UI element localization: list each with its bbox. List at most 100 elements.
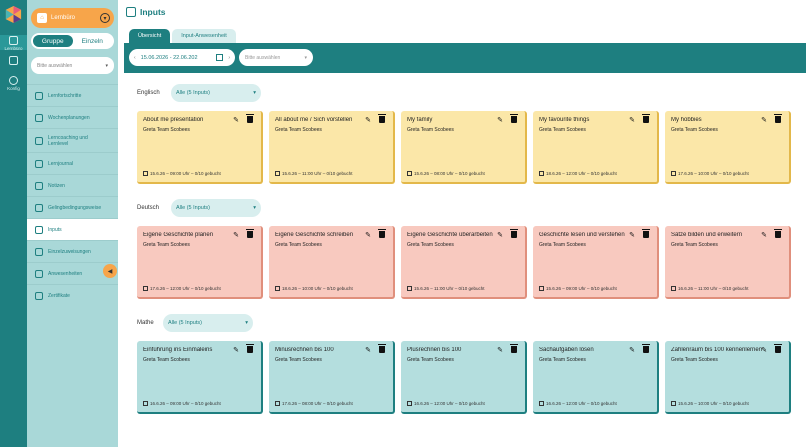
pencil-icon[interactable]: ✎ (761, 231, 767, 239)
input-card[interactable]: My hobbies Greta Team Scobees ✎ 17.6.26 – 1… (665, 111, 791, 184)
sidebar-item-zertifikate[interactable]: Zertifikate (27, 284, 118, 306)
rail-item-tools[interactable] (0, 56, 27, 66)
pencil-icon[interactable]: ✎ (629, 116, 635, 124)
calendar-icon (143, 401, 148, 406)
input-card[interactable]: Plusrechnen bis 100 Greta Team Scobees ✎ 16… (401, 341, 527, 414)
school-switcher[interactable]: ⌂ Lernbüro ▾ (31, 8, 114, 28)
trash-icon[interactable] (246, 114, 254, 123)
card-owner: Greta Team Scobees (539, 242, 586, 248)
sidebar-item-lerncoaching[interactable]: Lerncoaching und Lernlevel (27, 128, 118, 152)
rail-item-lernbuero[interactable]: Lernbüro (0, 35, 27, 51)
sidebar-item-notizen[interactable]: Notizen (27, 174, 118, 196)
pencil-icon[interactable]: ✎ (233, 346, 239, 354)
trash-icon[interactable] (510, 344, 518, 353)
section-filter[interactable]: Alle (5 Inputs) ▾ (171, 84, 261, 102)
card-owner: Greta Team Scobees (275, 357, 322, 363)
trash-icon[interactable] (378, 344, 386, 353)
card-meta: 16.6.26 – 09:00 Uhr – 0/10 gebucht (143, 401, 221, 406)
sidebar-item-lernjournal[interactable]: Lernjournal (27, 152, 118, 174)
input-card[interactable]: Sätze bilden und erweitern Greta Team Sco… (665, 226, 791, 299)
sidebar-item-lernfortschritte[interactable]: Lernfortschritte (27, 84, 118, 106)
date-range-picker[interactable]: ‹ 15.06.2026 - 22.06.202 › (129, 49, 235, 66)
card-meta: 15.6.26 – 10:00 Uhr – 0/10 gebucht (671, 401, 749, 406)
card-meta: 15.6.26 – 11:00 Uhr – 0/10 gebucht (407, 286, 484, 291)
chevron-down-icon: ▾ (253, 205, 256, 211)
pencil-icon[interactable]: ✎ (629, 346, 635, 354)
calendar-icon (143, 171, 148, 176)
card-list: Einführung ins Einmaleins Greta Team Scob… (137, 341, 797, 414)
trash-icon[interactable] (774, 229, 782, 238)
trash-icon[interactable] (378, 114, 386, 123)
rail-item-konfig[interactable]: Konfig (0, 76, 27, 91)
filter-select[interactable]: Bitte auswählen ▾ (239, 49, 313, 66)
input-card[interactable]: Geschichte lesen und verstehen Greta Team… (533, 226, 659, 299)
note-icon (35, 181, 43, 190)
input-card[interactable]: Eigene Geschichte planen Greta Team Scobe… (137, 226, 263, 299)
pencil-icon[interactable]: ✎ (497, 116, 503, 124)
section-englisch: Englisch Alle (5 Inputs) ▾ About me prese… (137, 84, 797, 184)
card-title: My family (407, 117, 433, 123)
card-owner: Greta Team Scobees (143, 242, 190, 248)
card-title: Sachaufgaben lösen (539, 347, 594, 353)
next-week-icon[interactable]: › (228, 55, 230, 61)
tab-overview[interactable]: Übersicht (129, 29, 171, 43)
calendar-icon (671, 401, 676, 406)
sidebar-item-gelingbedingungen[interactable]: Gelingbedingungsweise (27, 196, 118, 218)
section-deutsch: Deutsch Alle (5 Inputs) ▾ Eigene Geschich… (137, 199, 797, 299)
sidebar-select[interactable]: Bitte auswählen ▾ (31, 57, 114, 74)
pencil-icon[interactable]: ✎ (365, 231, 371, 239)
inputs-icon (126, 7, 136, 17)
card-owner: Greta Team Scobees (407, 357, 454, 363)
section-filter[interactable]: Alle (5 Inputs) ▾ (171, 199, 261, 217)
sidebar-collapse-button[interactable]: ◀ (103, 264, 117, 278)
sidebar-item-einzelzuweisungen[interactable]: Einzelzuweisungen (27, 240, 118, 262)
input-card[interactable]: Eigene Geschichte überarbeiten Greta Team… (401, 226, 527, 299)
trash-icon[interactable] (510, 114, 518, 123)
card-meta: 16.6.26 – 12:00 Uhr – 0/10 gebucht (407, 401, 485, 406)
trash-icon[interactable] (642, 229, 650, 238)
input-card[interactable]: All about me / Sich vorstellen Greta Team… (269, 111, 395, 184)
input-card[interactable]: My favourite things Greta Team Scobees ✎ 18… (533, 111, 659, 184)
sidebar-item-inputs[interactable]: Inputs (27, 218, 118, 240)
trash-icon[interactable] (642, 114, 650, 123)
book-icon (9, 36, 18, 45)
pencil-icon[interactable]: ✎ (497, 231, 503, 239)
toggle-single[interactable]: Einzeln (73, 35, 113, 47)
sidebar-item-wochenplanungen[interactable]: Wochenplanungen (27, 106, 118, 128)
chevron-down-icon[interactable]: ▾ (100, 13, 110, 23)
pencil-icon[interactable]: ✎ (629, 231, 635, 239)
trash-icon[interactable] (774, 344, 782, 353)
input-card[interactable]: Einführung ins Einmaleins Greta Team Scob… (137, 341, 263, 414)
page-title: Inputs (140, 7, 166, 17)
trash-icon[interactable] (246, 229, 254, 238)
trash-icon[interactable] (642, 344, 650, 353)
pencil-icon[interactable]: ✎ (761, 116, 767, 124)
chevron-down-icon: ▾ (245, 320, 248, 326)
pencil-icon[interactable]: ✎ (497, 346, 503, 354)
input-card[interactable]: Zahlenraum bis 100 kennenlernen Greta Tea… (665, 341, 791, 414)
toggle-group[interactable]: Gruppe (33, 35, 73, 47)
pencil-icon[interactable]: ✎ (761, 346, 767, 354)
section-filter[interactable]: Alle (5 Inputs) ▾ (163, 314, 253, 332)
certificate-icon (35, 291, 43, 300)
pencil-icon[interactable]: ✎ (233, 116, 239, 124)
card-title: Zahlenraum bis 100 kennenlernen (671, 347, 763, 353)
input-card[interactable]: Eigene Geschichte schreiben Greta Team Sc… (269, 226, 395, 299)
pencil-icon[interactable]: ✎ (365, 346, 371, 354)
pencil-icon (9, 56, 18, 65)
calendar-icon (143, 286, 148, 291)
trash-icon[interactable] (246, 344, 254, 353)
trash-icon[interactable] (774, 114, 782, 123)
pencil-icon[interactable]: ✎ (233, 231, 239, 239)
input-card[interactable]: My family Greta Team Scobees ✎ 15.6.26 – 08… (401, 111, 527, 184)
input-card[interactable]: Minusrechnen bis 100 Greta Team Scobees ✎ 1… (269, 341, 395, 414)
tab-input-attendance[interactable]: Input-Anwesenheit (172, 29, 236, 43)
input-card[interactable]: Sachaufgaben lösen Greta Team Scobees ✎ 16.… (533, 341, 659, 414)
pencil-icon[interactable]: ✎ (365, 116, 371, 124)
trash-icon[interactable] (510, 229, 518, 238)
card-meta: 15.6.26 – 09:00 Uhr – 0/10 gebucht (539, 286, 617, 291)
input-card[interactable]: About me presentation Greta Team Scobees ✎… (137, 111, 263, 184)
trash-icon[interactable] (378, 229, 386, 238)
calendar-icon[interactable] (216, 54, 224, 61)
calendar-icon (275, 171, 280, 176)
